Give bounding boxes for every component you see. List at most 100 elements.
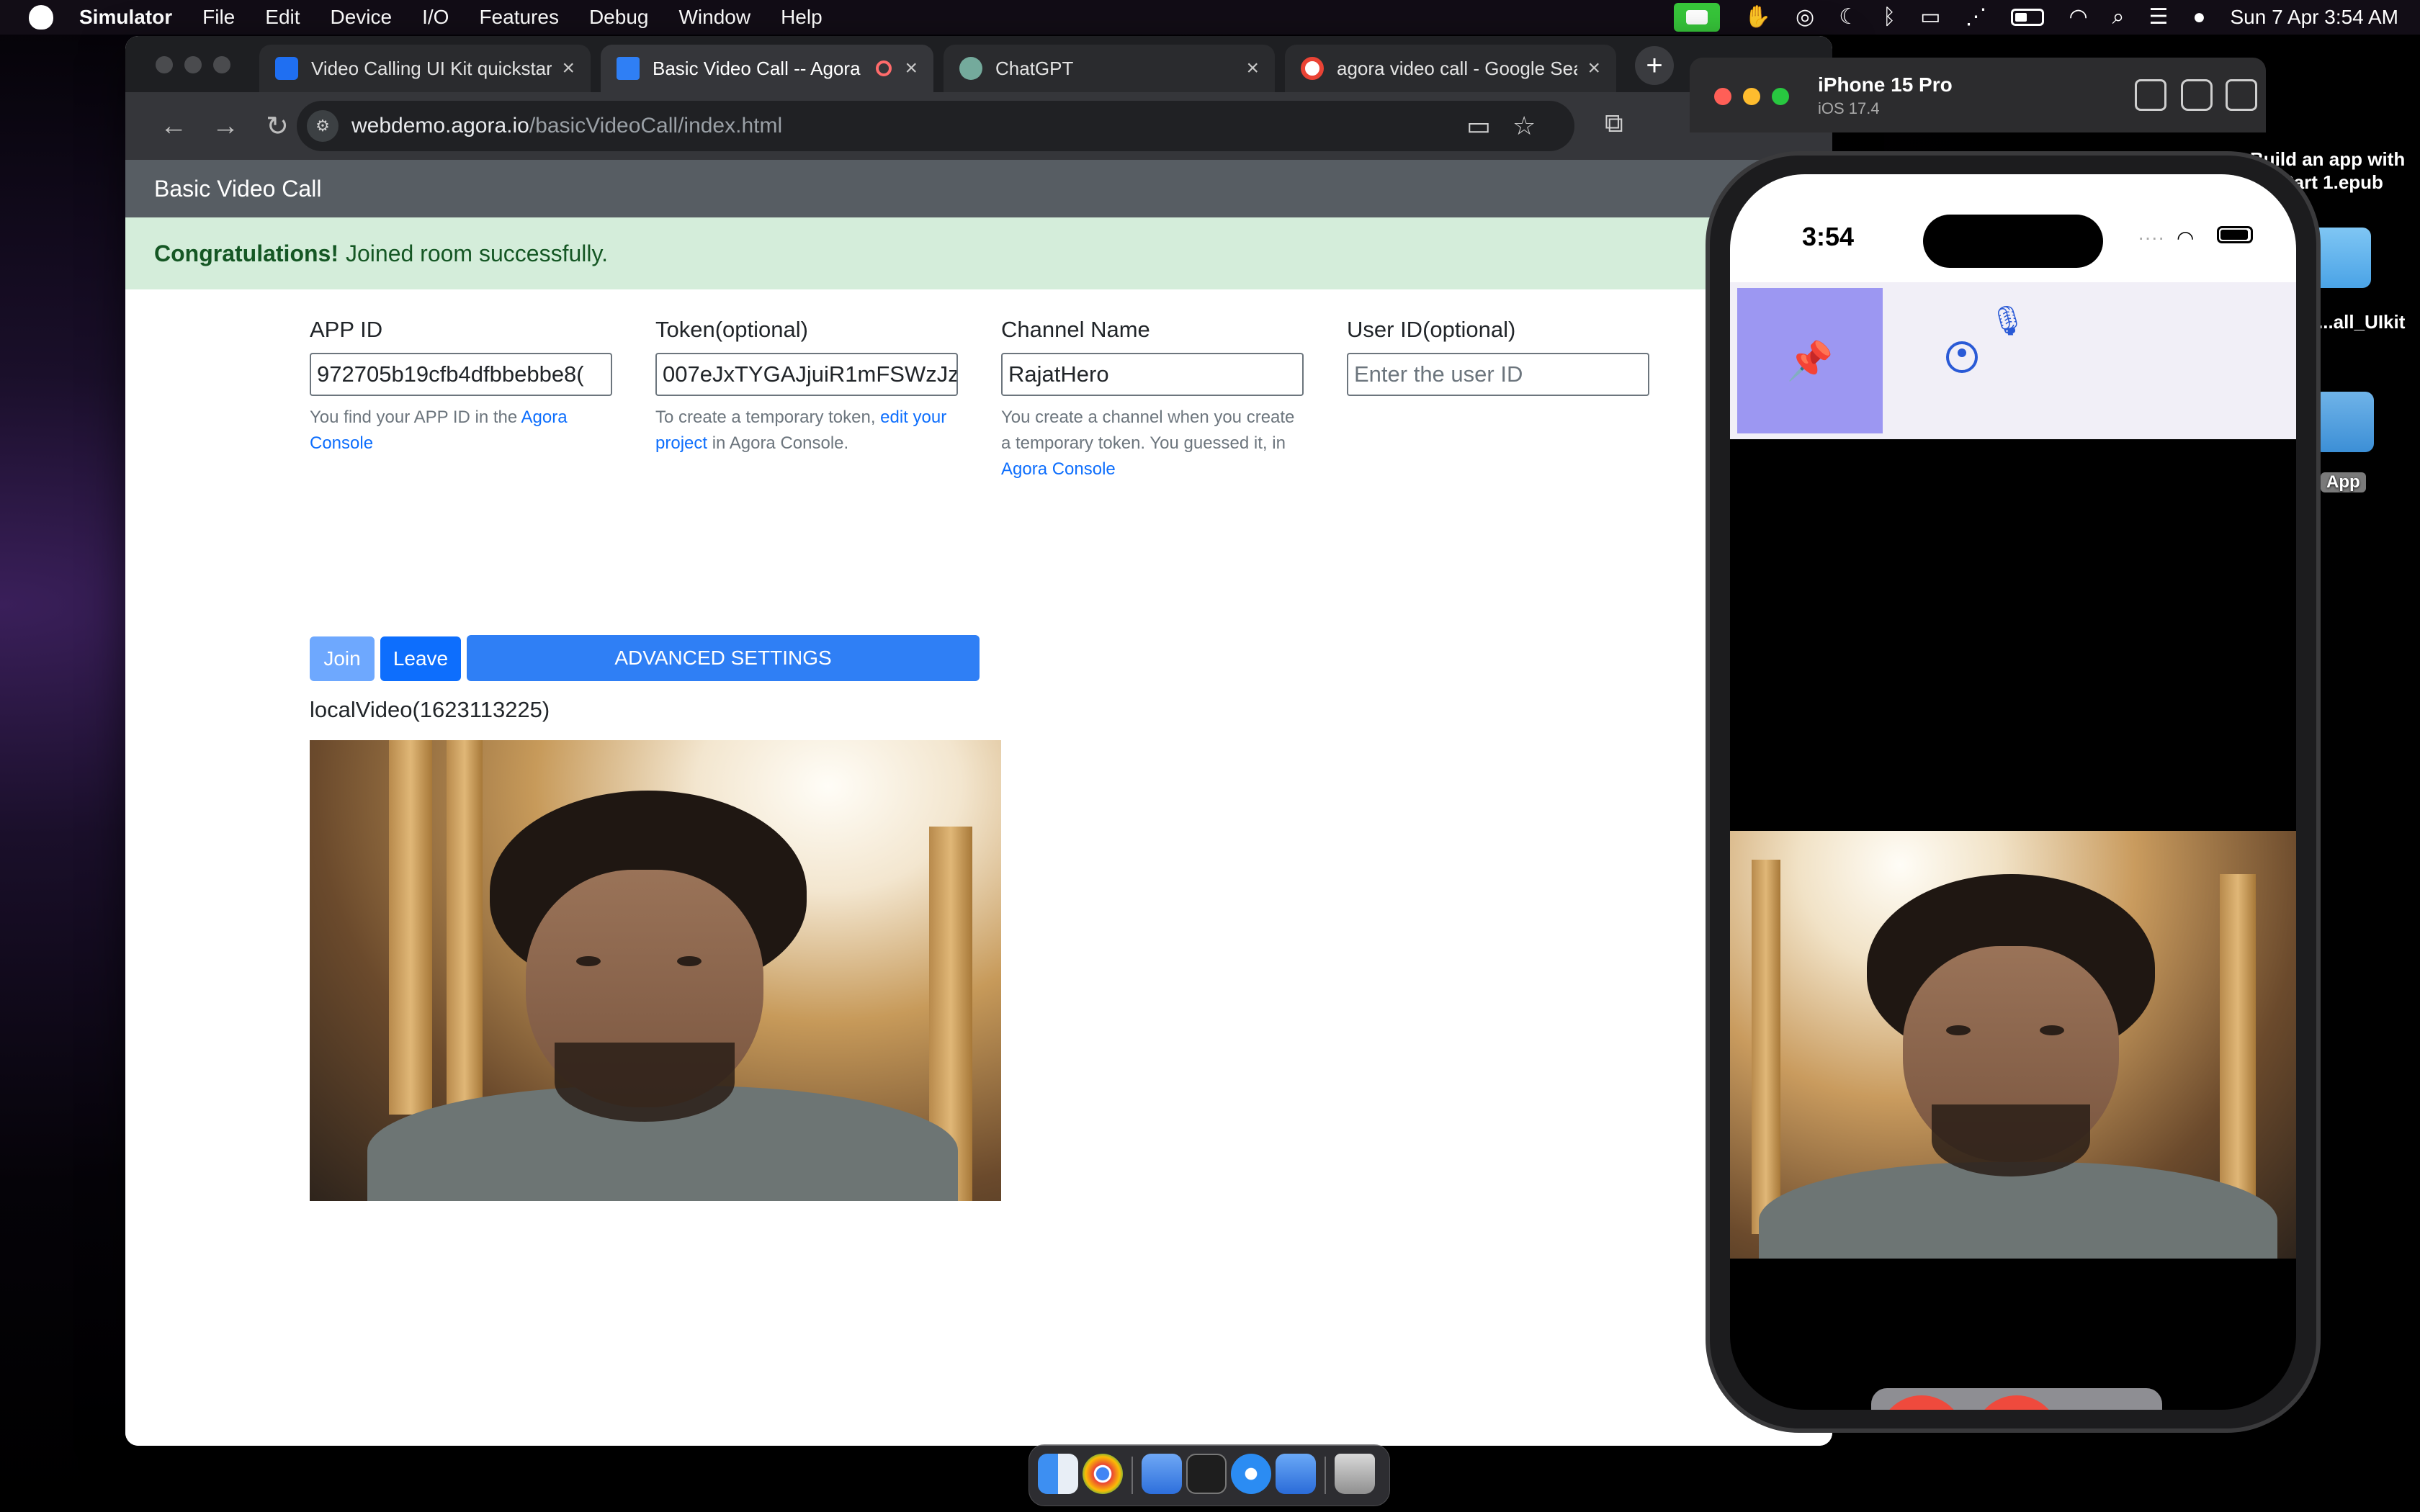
token-help: To create a temporary token, edit your p… xyxy=(655,405,958,456)
facetime-status-icon[interactable] xyxy=(1673,3,1720,32)
channel-label: Channel Name xyxy=(1001,317,1150,342)
bookmark-star-icon[interactable]: ☆ xyxy=(1512,111,1536,141)
pin-icon[interactable]: 📌 xyxy=(1787,339,1834,383)
alert-strong: Congratulations! xyxy=(154,240,339,266)
switch-camera-button[interactable]: ↻ xyxy=(2069,1395,2155,1410)
siri-icon[interactable]: ● xyxy=(2192,6,2205,28)
window-close-button[interactable] xyxy=(1714,88,1731,105)
new-tab-button[interactable]: + xyxy=(1635,46,1674,85)
menu-edit[interactable]: Edit xyxy=(265,6,300,29)
display-mirror-icon[interactable]: ◎ xyxy=(1796,6,1814,28)
simulator-icon[interactable] xyxy=(1276,1454,1316,1494)
person-beard xyxy=(1932,1104,2090,1176)
back-arrow-icon[interactable]: ← xyxy=(156,108,192,144)
advanced-settings-button[interactable]: ADVANCED SETTINGS xyxy=(467,635,980,681)
window-zoom-button[interactable] xyxy=(1772,88,1789,105)
status-time: 3:54 xyxy=(1802,222,1855,251)
xcode-icon[interactable] xyxy=(1142,1454,1182,1494)
window-minimize-button[interactable] xyxy=(1743,88,1760,105)
accessibility-icon[interactable]: ✋ xyxy=(1744,6,1771,28)
tab-label: agora video call - Google Search xyxy=(1337,57,1577,79)
battery-icon[interactable] xyxy=(2011,9,2045,26)
tab-label: ChatGPT xyxy=(995,57,1074,79)
desktop-app-label[interactable]: App xyxy=(2321,472,2366,492)
close-tab-icon[interactable]: × xyxy=(562,56,575,81)
reload-icon[interactable]: ↻ xyxy=(259,108,295,144)
spotlight-search-icon[interactable]: ⌕ xyxy=(2112,6,2125,28)
chatgpt-icon xyxy=(959,57,982,80)
close-tab-icon[interactable]: × xyxy=(1587,56,1600,81)
url-domain: webdemo.agora.io xyxy=(351,114,529,138)
iphone-screen: 3:54 ···· ◠ 📌 🎙 ■ xyxy=(1730,174,2296,1410)
page-navbar: Basic Video Call xyxy=(125,160,1832,217)
menu-io[interactable]: I/O xyxy=(422,6,449,29)
control-center-icon[interactable]: ☰ xyxy=(2148,6,2168,28)
participant-strip: 📌 🎙 xyxy=(1730,282,2296,439)
menu-window[interactable]: Window xyxy=(678,6,750,29)
moon-icon[interactable]: ☾ xyxy=(1839,6,1858,28)
mic-toggle-button[interactable]: 🎙 xyxy=(1973,1395,2060,1410)
local-video-label: localVideo(1623113225) xyxy=(310,697,550,722)
os-version: iOS 17.4 xyxy=(1818,99,1880,117)
tab-uikit-quickstart[interactable]: Video Calling UI Kit quickstart × xyxy=(259,45,591,92)
iphone-frame: 3:54 ···· ◠ 📌 🎙 ■ xyxy=(1706,151,2321,1433)
recording-icon xyxy=(876,60,892,76)
menu-app-name[interactable]: Simulator xyxy=(79,6,172,29)
bluetooth-icon[interactable]: ᛒ xyxy=(1883,6,1896,28)
home-icon[interactable] xyxy=(2135,79,2166,111)
tab-label: Basic Video Call -- Agora xyxy=(653,57,861,79)
window-zoom-button[interactable] xyxy=(213,56,230,73)
camera-toggle-button[interactable]: ■ xyxy=(1878,1395,1965,1410)
menu-bar: Simulator File Edit Device I/O Features … xyxy=(0,0,2420,35)
finder-icon[interactable] xyxy=(1038,1454,1078,1494)
tab-google-search[interactable]: agora video call - Google Search × xyxy=(1285,45,1616,92)
join-button[interactable]: Join xyxy=(310,636,375,681)
mic-muted-icon: 🎙 xyxy=(1989,305,2026,337)
person-beard xyxy=(555,1043,735,1122)
forward-arrow-icon[interactable]: → xyxy=(207,108,243,144)
wifi-icon[interactable]: ◠ xyxy=(2069,6,2087,28)
rotate-icon[interactable] xyxy=(2226,79,2257,111)
trash-icon[interactable] xyxy=(1335,1454,1375,1494)
leave-button[interactable]: Leave xyxy=(380,636,461,681)
app-folder-icon[interactable] xyxy=(2313,392,2374,452)
pinned-video-tile[interactable]: 📌 xyxy=(1737,288,1883,433)
menu-device[interactable]: Device xyxy=(331,6,393,29)
token-input[interactable]: 007eJxTYGAJjuiR1mFSWzJz xyxy=(655,353,958,396)
close-tab-icon[interactable]: × xyxy=(905,56,918,81)
screen-share-icon[interactable]: ▭ xyxy=(1920,6,1940,28)
desktop-folder-label[interactable]: ...all_UIkit xyxy=(2318,311,2405,333)
chrome-icon[interactable] xyxy=(1083,1454,1123,1494)
menu-debug[interactable]: Debug xyxy=(589,6,649,29)
window-close-button[interactable] xyxy=(156,56,173,73)
extensions-icon[interactable]: ⧉ xyxy=(1605,108,1623,139)
terminal-icon[interactable] xyxy=(1186,1454,1227,1494)
person-shoulders xyxy=(1759,1162,2277,1259)
menu-features[interactable]: Features xyxy=(479,6,559,29)
tab-basic-video-call[interactable]: Basic Video Call -- Agora × xyxy=(601,45,933,92)
user-id-input[interactable]: Enter the user ID xyxy=(1347,353,1649,396)
navbar-title[interactable]: Basic Video Call xyxy=(154,176,321,202)
activity-icon[interactable]: ⋰ xyxy=(1965,6,1986,28)
menubar-clock[interactable]: Sun 7 Apr 3:54 AM xyxy=(2231,6,2399,29)
screenshot-icon[interactable] xyxy=(2181,79,2213,111)
safari-icon[interactable] xyxy=(1231,1454,1271,1494)
close-tab-icon[interactable]: × xyxy=(1246,56,1259,81)
camera-in-use-icon[interactable]: ▭ xyxy=(1466,111,1491,141)
app-id-label: APP ID xyxy=(310,317,383,342)
apple-menu-icon[interactable] xyxy=(29,5,53,30)
address-bar[interactable]: ⚙ webdemo.agora.io /basicVideoCall/index… xyxy=(297,101,1574,151)
token-help-pre: To create a temporary token, xyxy=(655,408,881,427)
agora-demo-icon xyxy=(617,57,640,80)
device-name: iPhone 15 Pro xyxy=(1818,73,1953,96)
agora-console-link[interactable]: Agora Console xyxy=(1001,459,1116,479)
menu-help[interactable]: Help xyxy=(781,6,823,29)
background-pillar xyxy=(1752,860,1780,1234)
window-minimize-button[interactable] xyxy=(184,56,202,73)
remote-video-feed xyxy=(1730,831,2296,1259)
site-settings-icon[interactable]: ⚙ xyxy=(307,110,339,142)
tab-chatgpt[interactable]: ChatGPT × xyxy=(944,45,1275,92)
menu-file[interactable]: File xyxy=(202,6,235,29)
channel-input[interactable]: RajatHero xyxy=(1001,353,1304,396)
app-id-input[interactable]: 972705b19cfb4dfbbebbe8( xyxy=(310,353,612,396)
